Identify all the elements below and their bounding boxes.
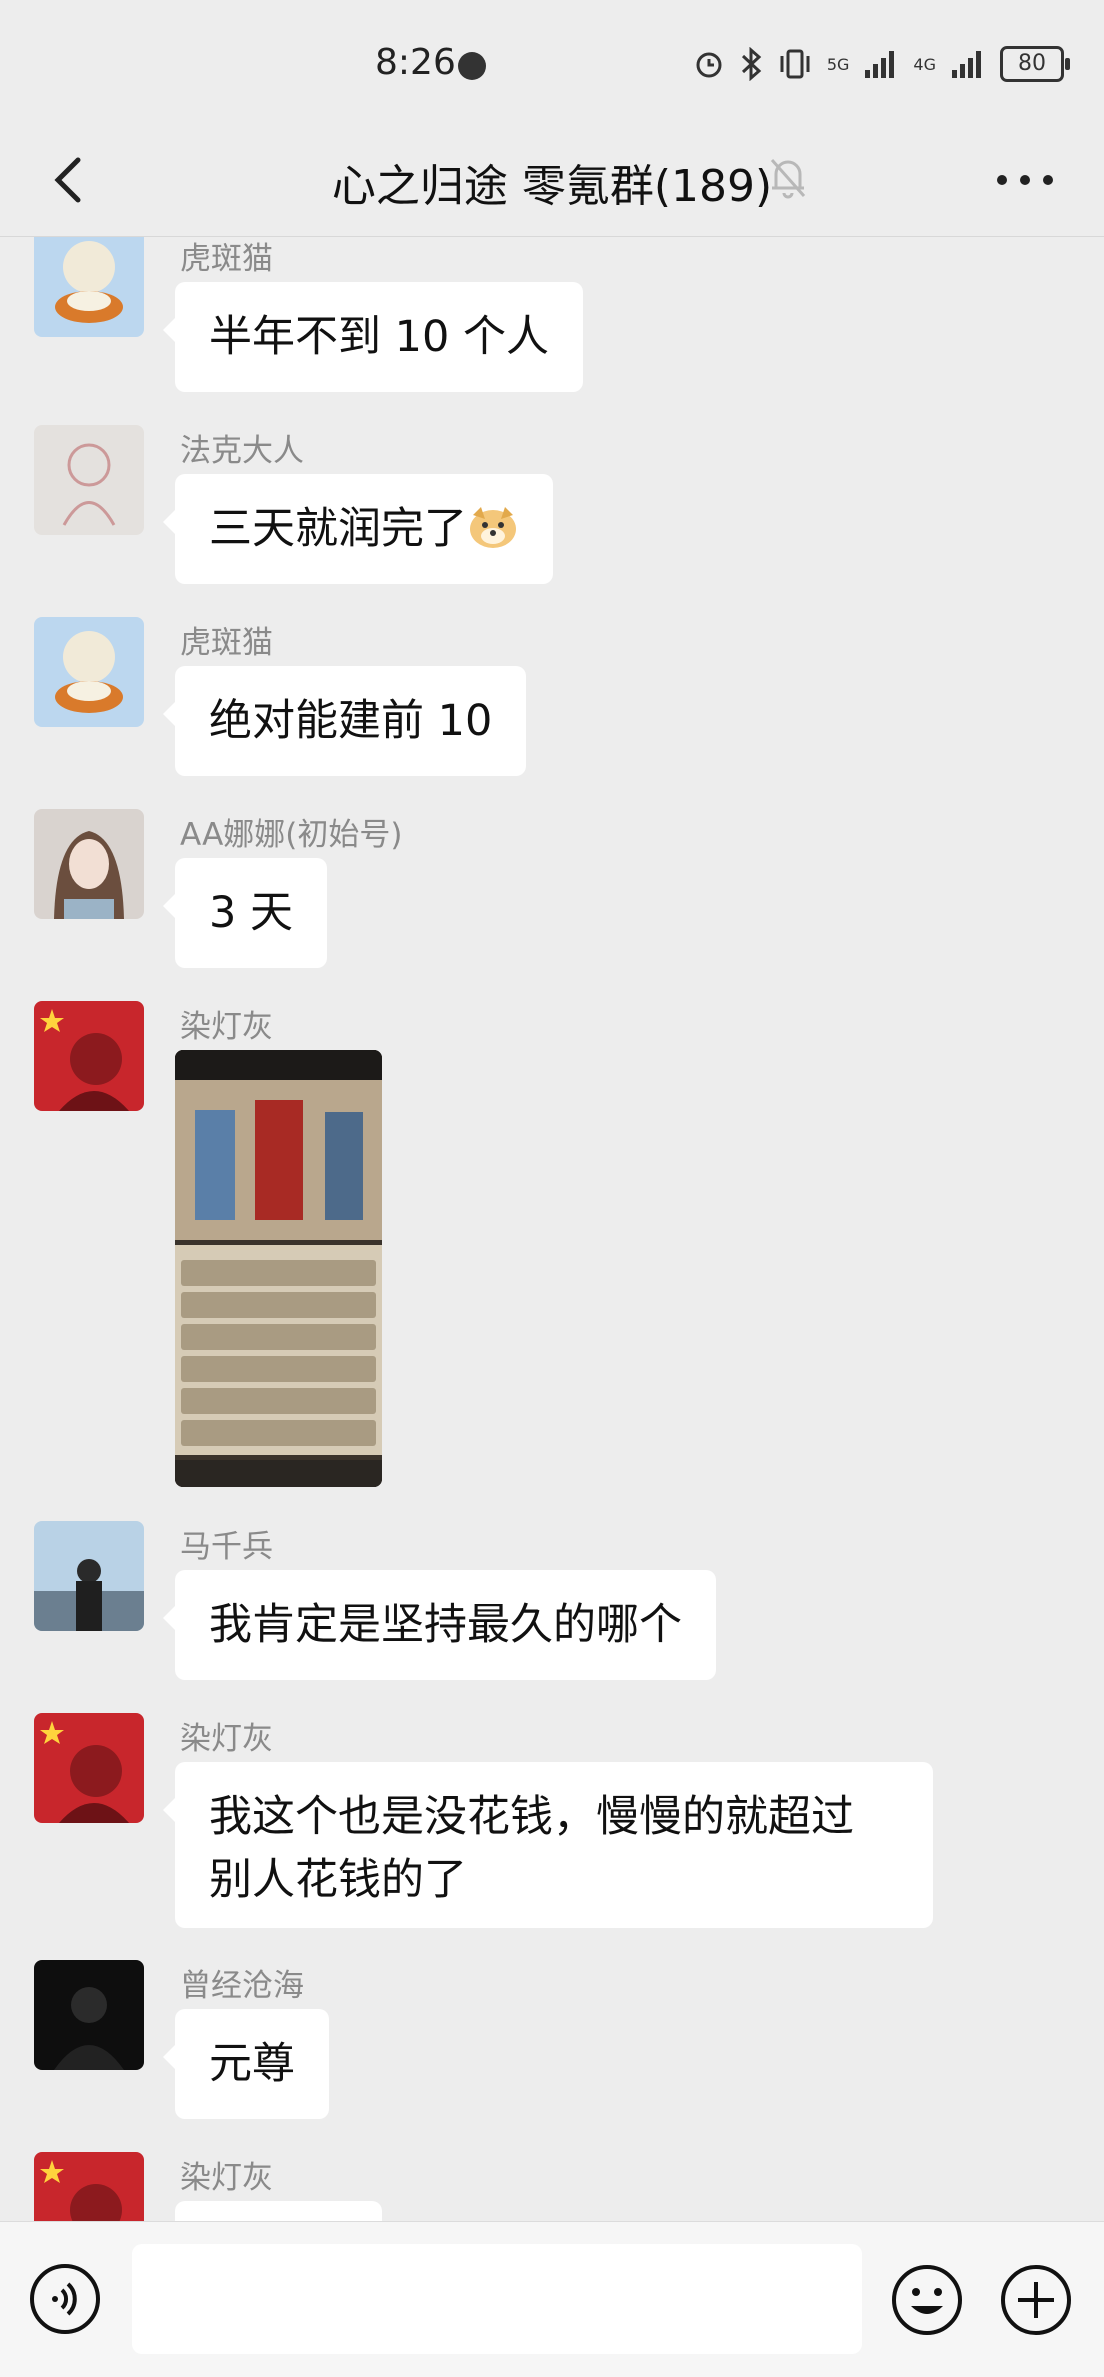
sender-name: 染灯灰 [180,1721,273,1757]
dark-avatar[interactable] [34,1960,144,2070]
red-flag-avatar[interactable] [34,1713,144,1823]
bluetooth-icon [741,47,762,81]
sender-name: 染灯灰 [180,1009,273,1045]
message-text: 三天就润完了 [209,504,467,554]
more-options-icon[interactable] [990,160,1060,200]
alarm-icon [696,52,722,78]
message-bubble[interactable]: 元尊 [163,2009,329,2119]
city-avatar[interactable] [34,1521,144,1631]
message-text-line: 我这个也是没花钱，慢慢的就超过 [209,1792,854,1842]
clock-icon [458,52,486,80]
cat-avatar[interactable] [34,237,144,337]
battery-icon: 80 [1000,46,1070,82]
sender-name: 虎斑猫 [180,625,273,661]
message-bubble[interactable]: 3 天 [162,858,328,968]
message-text: 我肯定是坚持最久的哪个 [209,1600,682,1650]
message-bubble[interactable]: 半年不到 10 个人 [162,282,584,392]
network-5g: 5G [826,54,850,74]
sender-name: 染灯灰 [180,2160,273,2196]
message-text: 绝对能建前 10 [209,696,493,746]
chat-header: 心之归途 零氪群(189) [0,130,1104,237]
sender-name: 虎斑猫 [180,241,273,277]
red-flag-avatar[interactable] [34,1001,144,1111]
status-icons: 5G 4G 80 [693,46,1070,82]
vibrate-icon [780,49,810,79]
sender-name: AA娜娜(初始号) [180,817,403,853]
message-bubble[interactable]: 我这个也是没花钱，慢慢的就超过 别人花钱的了 [163,1762,933,1928]
girl-avatar[interactable] [34,809,144,919]
chat-title: 心之归途 零氪群(189) [331,161,773,212]
message-text: 3 天 [209,888,294,938]
network-4g: 4G [913,54,936,74]
message-bubble[interactable]: 我肯定是坚持最久的哪个 [163,1570,716,1680]
emoji-icon[interactable] [889,2262,965,2338]
status-bar: 8:26 5G 4G 80 [0,0,1104,130]
message-text-line: 别人花钱的了 [209,1855,467,1905]
message-bubble[interactable] [175,2201,382,2221]
message-text: 半年不到 10 个人 [209,312,550,362]
status-time: 8:26 [375,42,456,83]
sketch-avatar[interactable] [34,425,144,535]
message-bubble[interactable]: 三天就润完了 [163,474,553,584]
cat-avatar[interactable] [34,617,144,727]
signal-icon [865,51,895,78]
add-plus-icon[interactable] [998,2262,1074,2338]
signal-icon [952,51,981,78]
input-bar [0,2221,1104,2377]
red-flag-avatar[interactable] [34,2152,144,2221]
message-bubble[interactable]: 绝对能建前 10 [162,666,527,776]
message-text: 元尊 [209,2039,295,2089]
message-input[interactable] [132,2244,862,2354]
sender-name: 法克大人 [180,433,304,469]
voice-icon[interactable] [28,2262,102,2336]
sender-name: 马千兵 [180,1529,273,1565]
game-ranking-screenshot[interactable] [175,1050,382,1487]
doge-emoji-icon [470,507,516,548]
sender-name: 曾经沧海 [180,1968,304,2004]
mute-bell-icon [770,159,806,199]
message-list[interactable]: 虎斑猫 半年不到 10 个人 法克大人 三天就润完了 虎斑猫 绝对能建前 10 … [0,237,1104,2221]
